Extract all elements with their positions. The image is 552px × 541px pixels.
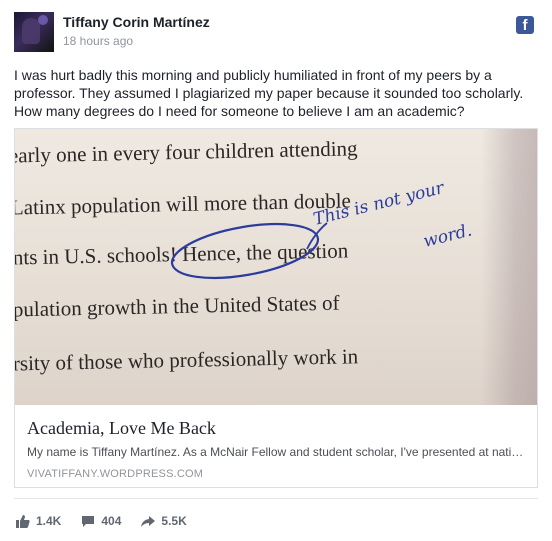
share-icon xyxy=(141,515,156,527)
photo-line-4: pulation growth in the United States of xyxy=(15,291,340,322)
divider xyxy=(14,498,538,499)
shares-count-label: 5.5K xyxy=(161,514,187,528)
post-timestamp[interactable]: 18 hours ago xyxy=(63,34,133,48)
comments-count-label: 404 xyxy=(101,514,122,528)
photo-line-1: early one in every four children attendi… xyxy=(15,136,358,167)
likes-count[interactable]: 1.4K xyxy=(16,514,61,528)
post-text: I was hurt badly this morning and public… xyxy=(14,67,524,119)
photo-line-3: nts in U.S. schools! Hence, the question xyxy=(15,238,349,269)
likes-count-label: 1.4K xyxy=(36,514,62,528)
avatar[interactable] xyxy=(14,12,54,52)
author-name[interactable]: Tiffany Corin Martínez xyxy=(63,14,210,30)
link-domain: VIVATIFFANY.WORDPRESS.COM xyxy=(27,468,204,480)
link-title[interactable]: Academia, Love Me Back xyxy=(27,418,216,439)
comments-count[interactable]: 404 xyxy=(81,514,121,528)
comment-icon xyxy=(82,515,95,527)
photo-line-5: rsity of those who professionally work i… xyxy=(15,344,359,375)
link-preview-photo[interactable]: early one in every four children attendi… xyxy=(15,129,537,405)
shares-count[interactable]: 5.5K xyxy=(141,514,187,528)
facebook-post: Tiffany Corin Martínez 18 hours ago f I … xyxy=(0,0,552,541)
reaction-bar: 1.4K 404 5.5K xyxy=(16,513,207,529)
link-description: My name is Tiffany Martínez. As a McNair… xyxy=(27,445,524,459)
like-icon xyxy=(16,514,30,528)
link-card[interactable]: early one in every four children attendi… xyxy=(14,128,538,488)
photo-line-2: Latinx population will more than double xyxy=(15,188,351,219)
paper-edge-shadow xyxy=(481,129,537,405)
ink-annotation-line-2: word. xyxy=(421,221,474,252)
facebook-icon: f xyxy=(516,16,534,34)
paper-photo: early one in every four children attendi… xyxy=(15,136,474,375)
